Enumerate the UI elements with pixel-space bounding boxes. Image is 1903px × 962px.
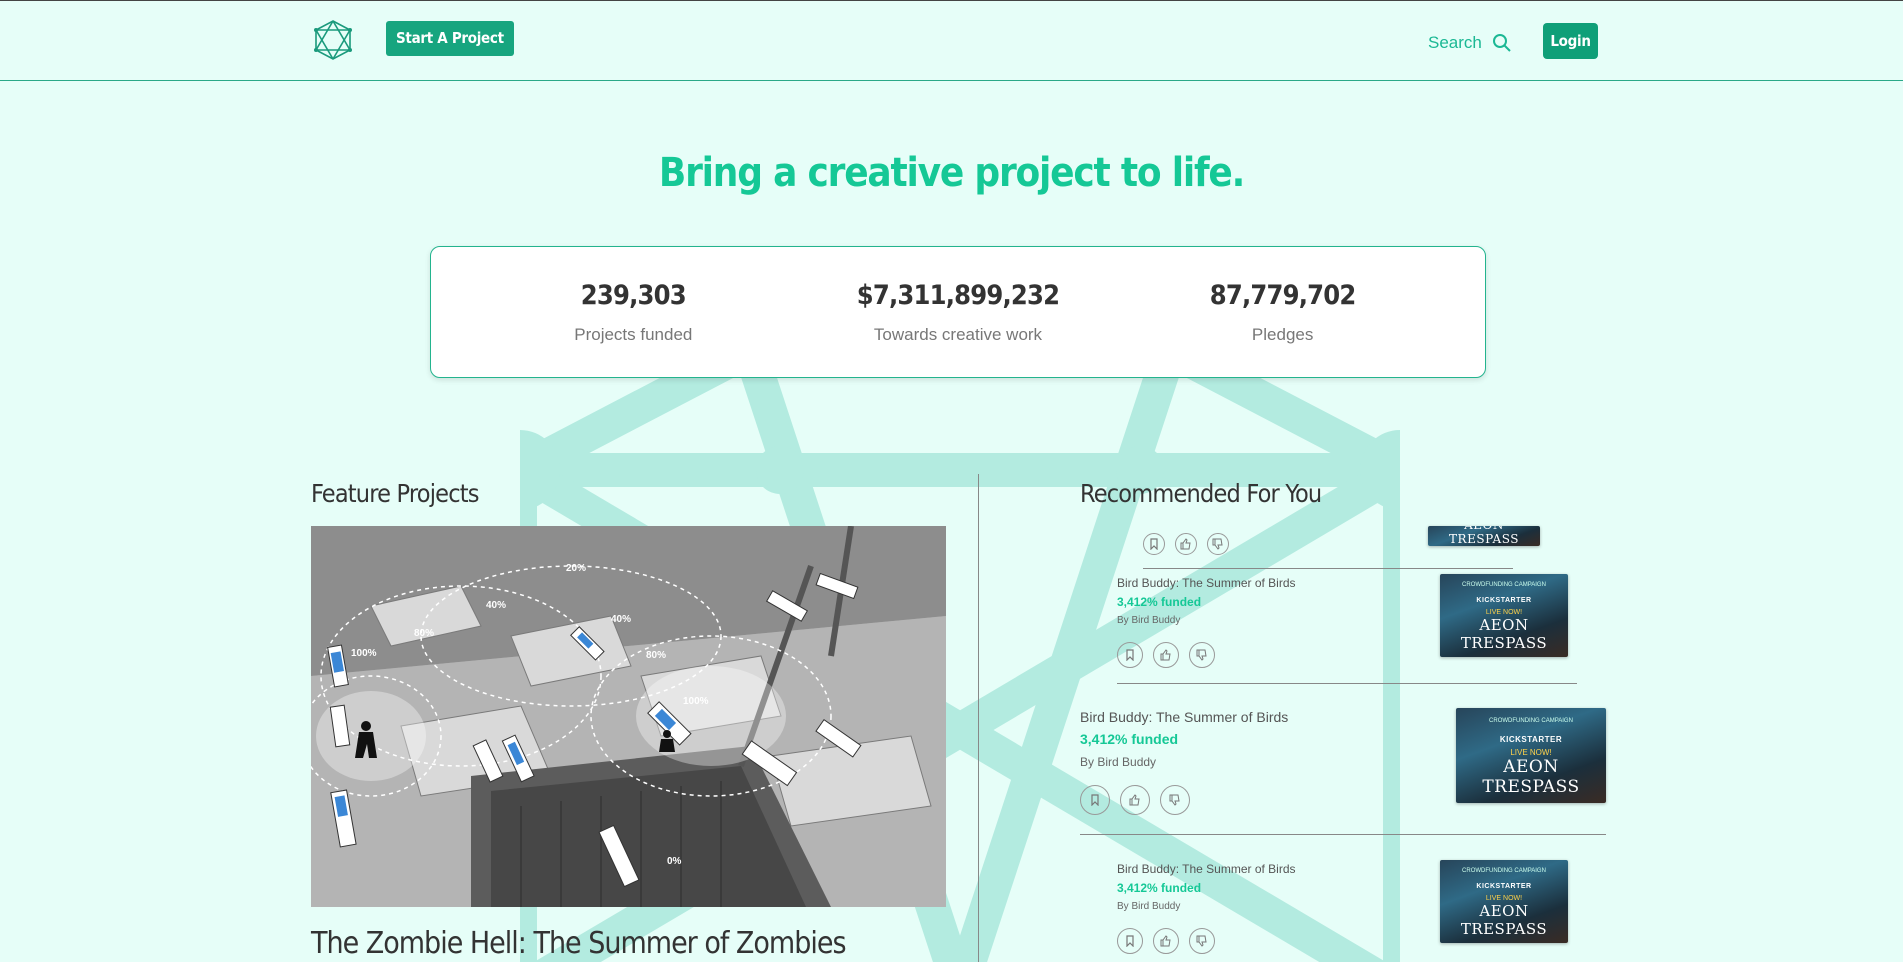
stat-value: 239,303 <box>580 279 687 311</box>
column-divider <box>978 474 979 962</box>
bookmark-icon <box>1126 649 1134 661</box>
recommended-heading: Recommended For You <box>1080 479 1322 508</box>
image-label: 20% <box>566 563 586 574</box>
stat-value: 87,779,702 <box>1209 279 1356 311</box>
recommended-item-title[interactable]: Bird Buddy: The Summer of Birds <box>1117 576 1296 590</box>
thumb-brand: AEON TRESPASS <box>1460 902 1548 939</box>
search-label: Search <box>1428 33 1482 52</box>
thumbs-up-icon <box>1160 649 1171 661</box>
thumb-brand: AEON TRESPASS <box>1449 526 1519 546</box>
recommended-item[interactable]: Bird Buddy: The Summer of Birds 3,412% f… <box>1080 709 1288 815</box>
search-icon <box>1492 34 1511 52</box>
thumbs-up-icon <box>1160 935 1171 947</box>
thumb-brand: AEON TRESPASS <box>1460 616 1548 653</box>
image-label: 100% <box>351 648 377 659</box>
bookmark-button[interactable] <box>1117 928 1143 954</box>
hero-title: Bring a creative project to life. <box>658 150 1245 196</box>
thumbs-down-icon <box>1196 935 1207 947</box>
dislike-button[interactable] <box>1160 785 1190 815</box>
image-label: 40% <box>611 614 631 625</box>
thumb-campaign: CROWDFUNDING CAMPAIGN <box>1489 717 1573 724</box>
top-navbar: Start A Project Search Login <box>0 0 1903 81</box>
stat-label: Pledges <box>1251 324 1314 344</box>
feature-projects-heading: Feature Projects <box>311 479 480 508</box>
recommended-item-funded: 3,412% funded <box>1117 595 1202 609</box>
thumb-kickstarter: KICKSTARTER <box>1499 734 1563 744</box>
recommended-item-partial <box>1143 533 1229 555</box>
thumb-brand: AEON TRESPASS <box>1482 757 1580 798</box>
thumbs-up-icon <box>1129 794 1140 806</box>
recommended-thumb-partial[interactable]: AEON TRESPASS <box>1428 526 1540 546</box>
recommended-item-title[interactable]: Bird Buddy: The Summer of Birds <box>1117 862 1296 876</box>
bookmark-icon <box>1091 794 1099 806</box>
stat-pledges: 87,779,702 Pledges <box>1133 280 1433 345</box>
item-separator <box>1117 683 1577 684</box>
thumbs-up-icon <box>1180 538 1191 550</box>
thumb-live: LIVE NOW! <box>1510 747 1552 757</box>
like-button[interactable] <box>1153 642 1179 668</box>
bookmark-button[interactable] <box>1143 533 1165 555</box>
recommended-item-thumbnail[interactable]: CROWDFUNDING CAMPAIGN KICKSTARTER LIVE N… <box>1440 860 1568 943</box>
stats-card: 239,303 Projects funded $7,311,899,232 T… <box>430 246 1486 378</box>
recommended-item[interactable]: Bird Buddy: The Summer of Birds 3,412% f… <box>1117 862 1296 954</box>
logo-icon[interactable] <box>311 18 355 62</box>
like-button[interactable] <box>1120 785 1150 815</box>
stat-label: Projects funded <box>574 324 693 344</box>
thumbs-down-icon <box>1196 649 1207 661</box>
dislike-button[interactable] <box>1207 533 1229 555</box>
image-label: 100% <box>683 696 709 707</box>
thumbs-down-icon <box>1212 538 1223 550</box>
stat-value: $7,311,899,232 <box>856 279 1060 311</box>
recommended-item[interactable]: Bird Buddy: The Summer of Birds 3,412% f… <box>1117 576 1296 668</box>
login-button[interactable]: Login <box>1543 23 1598 59</box>
item-separator <box>1143 568 1513 569</box>
image-label: 80% <box>414 628 434 639</box>
stat-towards-creative-work: $7,311,899,232 Towards creative work <box>808 280 1108 345</box>
stat-label: Towards creative work <box>873 324 1043 344</box>
recommended-item-title[interactable]: Bird Buddy: The Summer of Birds <box>1080 709 1288 725</box>
featured-illustration: 20% 40% 40% 80% 80% 100% 100% 0% <box>311 526 946 907</box>
recommended-item-thumbnail[interactable]: CROWDFUNDING CAMPAIGN KICKSTARTER LIVE N… <box>1440 574 1568 657</box>
recommended-item-funded: 3,412% funded <box>1080 731 1179 747</box>
like-button[interactable] <box>1175 533 1197 555</box>
dislike-button[interactable] <box>1189 642 1215 668</box>
item-separator <box>1080 834 1606 835</box>
thumb-live: LIVE NOW! <box>1485 608 1523 616</box>
recommended-item-funded: 3,412% funded <box>1117 881 1202 895</box>
dislike-button[interactable] <box>1189 928 1215 954</box>
recommended-item-thumbnail[interactable]: CROWDFUNDING CAMPAIGN KICKSTARTER LIVE N… <box>1456 708 1606 803</box>
image-label: 40% <box>486 600 506 611</box>
bookmark-icon <box>1150 538 1158 550</box>
search-button[interactable]: Search <box>1428 31 1512 55</box>
recommended-item-creator: By Bird Buddy <box>1117 901 1181 912</box>
featured-project-image[interactable]: 20% 40% 40% 80% 80% 100% 100% 0% <box>311 526 946 907</box>
thumb-campaign: CROWDFUNDING CAMPAIGN <box>1462 868 1546 875</box>
like-button[interactable] <box>1153 928 1179 954</box>
stat-projects-funded: 239,303 Projects funded <box>483 280 783 345</box>
thumb-live: LIVE NOW! <box>1485 894 1523 902</box>
image-label: 0% <box>667 856 682 867</box>
bookmark-button[interactable] <box>1117 642 1143 668</box>
start-project-button[interactable]: Start A Project <box>386 21 514 56</box>
recommended-item-creator: By Bird Buddy <box>1117 615 1181 626</box>
bookmark-icon <box>1126 935 1134 947</box>
image-label: 80% <box>646 650 666 661</box>
thumbs-down-icon <box>1169 794 1180 806</box>
thumb-campaign: CROWDFUNDING CAMPAIGN <box>1462 582 1546 589</box>
featured-project-title[interactable]: The Zombie Hell: The Summer of Zombies <box>311 926 847 961</box>
thumb-kickstarter: KICKSTARTER <box>1476 883 1532 891</box>
recommended-item-creator: By Bird Buddy <box>1080 755 1157 769</box>
bookmark-button[interactable] <box>1080 785 1110 815</box>
thumb-kickstarter: KICKSTARTER <box>1476 597 1532 605</box>
